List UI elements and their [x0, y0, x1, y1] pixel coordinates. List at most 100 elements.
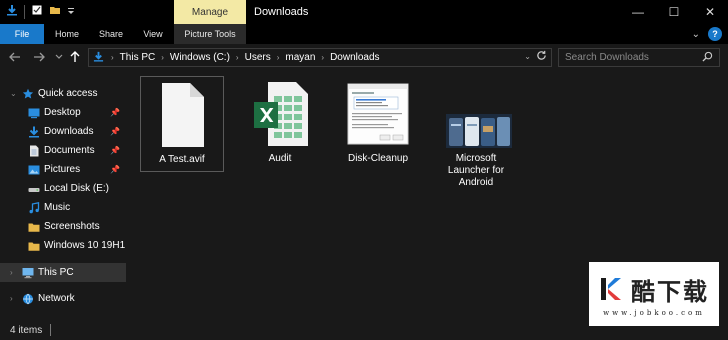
- search-icon: [702, 51, 713, 65]
- sidebar-item-desktop[interactable]: Desktop 📌: [0, 103, 126, 122]
- navigation-bar: › This PC › Windows (C:) › Users › mayan…: [0, 44, 728, 70]
- sidebar-item-pictures[interactable]: Pictures 📌: [0, 160, 126, 179]
- tab-view[interactable]: View: [134, 24, 172, 44]
- sidebar-item-label: Network: [38, 293, 75, 304]
- close-button[interactable]: ✕: [692, 0, 728, 24]
- sidebar-item-music[interactable]: Music: [0, 198, 126, 217]
- up-arrow-icon[interactable]: [66, 48, 84, 66]
- tab-file[interactable]: File: [0, 24, 44, 44]
- watermark-url: www.jobkoo.com: [603, 308, 705, 317]
- sidebar-item-label: This PC: [38, 267, 74, 278]
- documents-folder-icon: [30, 145, 39, 156]
- expand-chevron-icon[interactable]: ›: [10, 294, 13, 303]
- pin-icon[interactable]: 📌: [110, 165, 120, 174]
- pictures-folder-icon: [28, 165, 40, 174]
- image-thumbnail-icon: [444, 80, 512, 152]
- downloads-location-icon: [93, 51, 104, 65]
- excel-document-icon: [248, 80, 312, 148]
- breadcrumb-separator-icon[interactable]: ›: [158, 53, 167, 62]
- navigation-pane: ⌄ Quick access Desktop 📌 Downloads 📌 Doc…: [0, 78, 126, 318]
- ribbon: File Home Share View Picture Tools ⌄ ?: [0, 24, 728, 44]
- star-icon: [22, 88, 34, 98]
- file-name-line: Launcher for: [447, 165, 505, 176]
- sidebar-item-documents[interactable]: Documents 📌: [0, 141, 126, 160]
- tab-picture-tools[interactable]: Picture Tools: [174, 24, 246, 44]
- breadcrumb-separator-icon[interactable]: ›: [318, 53, 327, 62]
- file-name: Disk-Cleanup: [347, 153, 409, 164]
- maximize-button[interactable]: ☐: [656, 0, 692, 24]
- breadcrumb-separator-icon[interactable]: ›: [233, 53, 242, 62]
- breadcrumb-separator-icon[interactable]: ›: [108, 53, 117, 62]
- breadcrumb-this-pc[interactable]: This PC: [117, 52, 159, 63]
- watermark-text: 酷下载: [631, 277, 709, 306]
- pin-icon[interactable]: 📌: [110, 108, 120, 117]
- computer-icon: [22, 267, 34, 278]
- pin-icon[interactable]: 📌: [110, 127, 120, 136]
- sidebar-item-this-pc[interactable]: › This PC: [0, 263, 126, 282]
- sidebar-item-label: Windows 10 19H1 I:: [44, 240, 126, 251]
- sidebar-item-label: Downloads: [44, 126, 94, 137]
- sidebar-item-network[interactable]: › Network: [0, 289, 126, 308]
- pin-icon[interactable]: 📌: [110, 146, 120, 155]
- network-icon: [23, 293, 33, 304]
- properties-icon[interactable]: [31, 4, 43, 19]
- address-bar[interactable]: › This PC › Windows (C:) › Users › mayan…: [88, 48, 552, 67]
- sidebar-item-label: Desktop: [44, 107, 81, 118]
- file-name: Microsoft Launcher for Android: [434, 153, 518, 189]
- tab-share[interactable]: Share: [90, 24, 132, 44]
- file-name-line: Android: [458, 177, 494, 188]
- sidebar-item-label: Local Disk (E:): [44, 183, 110, 194]
- new-folder-icon[interactable]: [49, 4, 61, 19]
- customize-qat-icon[interactable]: [67, 4, 75, 19]
- file-item-a-test-avif[interactable]: A Test.avif: [140, 76, 224, 172]
- sidebar-item-label: Music: [44, 202, 71, 213]
- collapse-chevron-icon[interactable]: ⌄: [10, 89, 17, 98]
- quick-access-toolbar: [6, 4, 75, 19]
- expand-chevron-icon[interactable]: ›: [10, 268, 13, 277]
- file-name-line: Microsoft: [455, 153, 497, 164]
- back-arrow-icon[interactable]: [6, 48, 24, 66]
- status-separator: [50, 324, 52, 336]
- sidebar-item-local-disk-e[interactable]: Local Disk (E:): [0, 179, 126, 198]
- help-icon[interactable]: ?: [708, 27, 722, 41]
- music-icon: [29, 201, 40, 213]
- file-item-disk-cleanup[interactable]: Disk-Cleanup: [336, 76, 420, 172]
- folder-icon: [28, 242, 40, 251]
- sidebar-item-quick-access[interactable]: ⌄ Quick access: [0, 84, 126, 103]
- forward-arrow-icon[interactable]: [30, 48, 48, 66]
- title-bar: Manage Downloads — ☐ ✕: [0, 0, 728, 24]
- desktop-folder-icon: [28, 108, 40, 118]
- sidebar-item-downloads[interactable]: Downloads 📌: [0, 122, 126, 141]
- file-item-audit[interactable]: Audit: [238, 76, 322, 172]
- folder-icon: [28, 223, 40, 232]
- search-placeholder: Search Downloads: [565, 52, 649, 63]
- breadcrumb-users[interactable]: Users: [242, 52, 274, 63]
- search-input[interactable]: Search Downloads: [558, 48, 720, 67]
- address-dropdown-chevron-icon[interactable]: ⌄: [524, 52, 531, 61]
- sidebar-item-label: Documents: [44, 145, 95, 156]
- manage-tab[interactable]: Manage: [174, 0, 246, 24]
- blank-document-icon: [150, 81, 214, 149]
- breadcrumb-windows-c[interactable]: Windows (C:): [167, 52, 233, 63]
- file-item-microsoft-launcher-for-android[interactable]: Microsoft Launcher for Android: [434, 76, 518, 196]
- image-thumbnail-icon: [346, 80, 410, 148]
- sidebar-item-windows-10-19h1[interactable]: Windows 10 19H1 I:: [0, 236, 126, 255]
- item-count: 4 items: [10, 324, 43, 336]
- minimize-button[interactable]: —: [620, 0, 656, 24]
- file-name: Audit: [268, 153, 292, 164]
- expand-ribbon-icon[interactable]: ⌄: [692, 29, 700, 40]
- breadcrumb-separator-icon[interactable]: ›: [274, 53, 283, 62]
- watermark-logo: 酷下载 www.jobkoo.com: [589, 262, 719, 326]
- sidebar-item-label: Pictures: [44, 164, 81, 175]
- breadcrumb-mayan[interactable]: mayan: [282, 52, 318, 63]
- refresh-icon[interactable]: [536, 50, 547, 64]
- sidebar-item-screenshots[interactable]: Screenshots: [0, 217, 126, 236]
- breadcrumb-downloads[interactable]: Downloads: [327, 52, 382, 63]
- sidebar-item-label: Quick access: [38, 88, 98, 99]
- tab-home[interactable]: Home: [46, 24, 88, 44]
- sidebar-item-label: Screenshots: [44, 221, 100, 232]
- downloads-folder-icon: [29, 126, 39, 137]
- ribbon-controls: ⌄ ?: [692, 27, 722, 41]
- file-name: A Test.avif: [159, 154, 205, 165]
- quick-access-downloads-icon[interactable]: [6, 4, 18, 19]
